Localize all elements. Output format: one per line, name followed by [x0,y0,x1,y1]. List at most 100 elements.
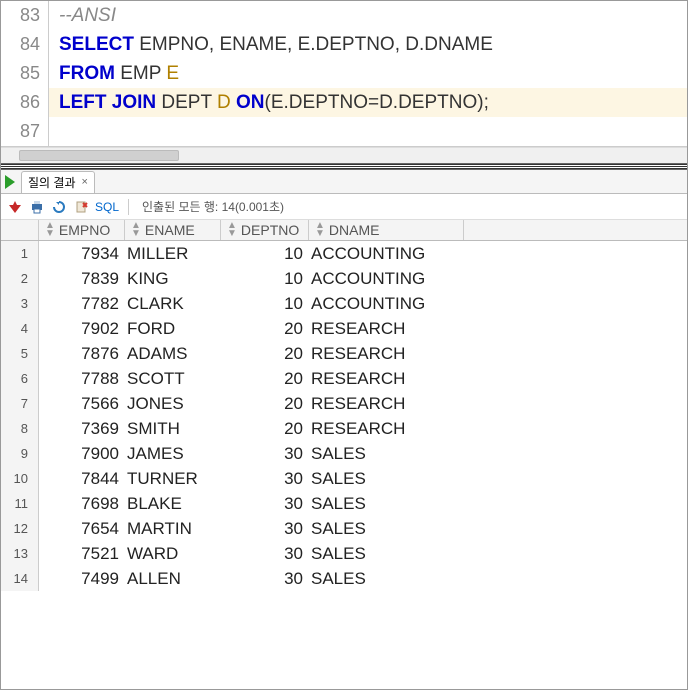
cell-dname: ACCOUNTING [309,269,464,289]
code-content[interactable]: LEFT JOIN DEPT D ON(E.DEPTNO=D.DEPTNO); [49,92,489,114]
cell-deptno: 30 [221,544,309,564]
cell-ename: FORD [125,319,221,339]
grid-header: ▲▼ EMPNO ▲▼ ENAME ▲▼ DEPTNO ▲▼ DNAME [1,220,687,241]
editor-line[interactable]: 85FROM EMP E [1,59,687,88]
refresh-icon[interactable] [51,199,67,215]
sort-icon: ▲▼ [227,222,237,238]
code-content[interactable]: FROM EMP E [49,63,179,85]
cell-ename: BLAKE [125,494,221,514]
pane-divider[interactable] [1,163,687,170]
cell-empno: 7900 [39,444,125,464]
results-tabbar: 질의 결과 × [1,170,687,194]
table-row[interactable]: 87369SMITH20RESEARCH [1,416,687,441]
cell-dname: RESEARCH [309,394,464,414]
row-number: 8 [1,416,39,441]
row-number: 10 [1,466,39,491]
table-row[interactable]: 27839KING10ACCOUNTING [1,266,687,291]
column-label: DNAME [329,222,380,238]
column-header-ename[interactable]: ▲▼ ENAME [125,220,221,240]
line-number: 86 [1,88,49,117]
row-number: 12 [1,516,39,541]
code-token: ON [236,92,265,113]
cell-deptno: 10 [221,269,309,289]
cell-deptno: 20 [221,319,309,339]
cell-ename: MARTIN [125,519,221,539]
cell-deptno: 30 [221,469,309,489]
cell-deptno: 20 [221,344,309,364]
line-number: 84 [1,30,49,59]
code-token: E [166,63,179,84]
sql-button[interactable]: SQL [95,200,119,214]
table-row[interactable]: 37782CLARK10ACCOUNTING [1,291,687,316]
row-number: 11 [1,491,39,516]
table-row[interactable]: 107844TURNER30SALES [1,466,687,491]
code-token: EMPNO, ENAME, E.DEPTNO, D.DNAME [139,34,493,55]
pin-icon[interactable] [7,199,23,215]
line-number: 85 [1,59,49,88]
close-icon[interactable]: × [82,176,88,188]
status-text: 인출된 모든 행: 14(0.001초) [142,198,284,215]
table-row[interactable]: 137521WARD30SALES [1,541,687,566]
tab-query-result[interactable]: 질의 결과 × [21,171,95,193]
scroll-thumb[interactable] [19,150,179,161]
cell-dname: RESEARCH [309,344,464,364]
run-icon[interactable] [5,175,15,189]
tab-label: 질의 결과 [28,174,76,191]
column-header-empno[interactable]: ▲▼ EMPNO [39,220,125,240]
table-row[interactable]: 97900JAMES30SALES [1,441,687,466]
row-number: 6 [1,366,39,391]
table-row[interactable]: 17934MILLER10ACCOUNTING [1,241,687,266]
grid-body: 17934MILLER10ACCOUNTING27839KING10ACCOUN… [1,241,687,591]
table-row[interactable]: 77566JONES20RESEARCH [1,391,687,416]
cell-empno: 7698 [39,494,125,514]
cell-ename: KING [125,269,221,289]
editor-line[interactable]: 86LEFT JOIN DEPT D ON(E.DEPTNO=D.DEPTNO)… [1,88,687,117]
cell-dname: SALES [309,544,464,564]
cell-empno: 7839 [39,269,125,289]
row-number: 9 [1,441,39,466]
cell-ename: ADAMS [125,344,221,364]
sort-icon: ▲▼ [131,222,141,238]
cell-deptno: 30 [221,494,309,514]
cell-empno: 7876 [39,344,125,364]
table-row[interactable]: 127654MARTIN30SALES [1,516,687,541]
cell-dname: SALES [309,569,464,589]
row-number: 1 [1,241,39,266]
table-row[interactable]: 57876ADAMS20RESEARCH [1,341,687,366]
cell-empno: 7902 [39,319,125,339]
cell-ename: JONES [125,394,221,414]
code-content[interactable]: --ANSI [49,5,116,27]
editor-horizontal-scroll[interactable] [1,147,687,163]
cell-deptno: 20 [221,369,309,389]
table-row[interactable]: 67788SCOTT20RESEARCH [1,366,687,391]
editor-line[interactable]: 83--ANSI [1,1,687,30]
editor-line[interactable]: 87 [1,117,687,146]
cell-empno: 7499 [39,569,125,589]
editor-line[interactable]: 84SELECT EMPNO, ENAME, E.DEPTNO, D.DNAME [1,30,687,59]
table-row[interactable]: 147499ALLEN30SALES [1,566,687,591]
cell-deptno: 10 [221,294,309,314]
cell-deptno: 20 [221,394,309,414]
row-number: 5 [1,341,39,366]
column-header-deptno[interactable]: ▲▼ DEPTNO [221,220,309,240]
cell-ename: CLARK [125,294,221,314]
cell-ename: TURNER [125,469,221,489]
row-number: 2 [1,266,39,291]
delete-icon[interactable] [73,199,89,215]
cell-ename: WARD [125,544,221,564]
row-number: 3 [1,291,39,316]
column-header-dname[interactable]: ▲▼ DNAME [309,220,464,240]
cell-deptno: 10 [221,244,309,264]
code-content[interactable]: SELECT EMPNO, ENAME, E.DEPTNO, D.DNAME [49,34,493,56]
table-row[interactable]: 117698BLAKE30SALES [1,491,687,516]
row-number: 14 [1,566,39,591]
sql-editor[interactable]: 83--ANSI84SELECT EMPNO, ENAME, E.DEPTNO,… [1,1,687,147]
cell-deptno: 30 [221,444,309,464]
table-row[interactable]: 47902FORD20RESEARCH [1,316,687,341]
cell-dname: SALES [309,494,464,514]
cell-empno: 7654 [39,519,125,539]
cell-deptno: 30 [221,569,309,589]
cell-empno: 7782 [39,294,125,314]
print-icon[interactable] [29,199,45,215]
cell-dname: RESEARCH [309,419,464,439]
